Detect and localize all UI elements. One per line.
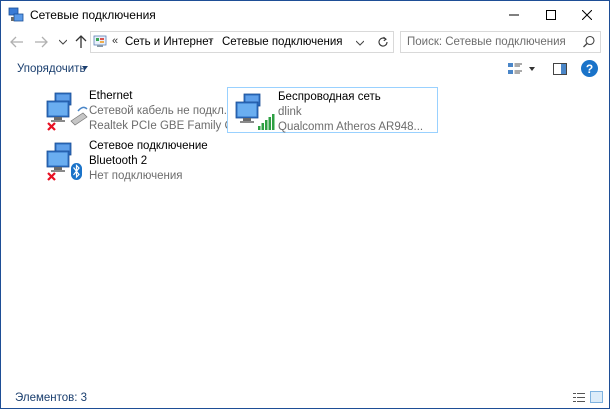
connection-name: Беспроводная сеть	[278, 91, 381, 103]
maximize-button[interactable]	[533, 1, 568, 29]
connection-wireless[interactable]: Беспроводная сеть dlink Qualcomm Atheros…	[227, 87, 438, 133]
breadcrumb-network-connections[interactable]: Сетевые подключения	[222, 36, 343, 48]
explorer-window: Сетевые подключения « Сеть и Интернет › …	[0, 0, 610, 409]
arrow-up-icon	[75, 35, 87, 48]
status-bar: Элементов: 3	[1, 386, 609, 408]
minimize-button[interactable]	[496, 1, 531, 29]
connection-status: Сетевой кабель не подкл...	[89, 105, 234, 117]
navigation-bar: « Сеть и Интернет › Сетевые подключения …	[1, 29, 609, 55]
address-overflow-chevron[interactable]: «	[112, 35, 118, 47]
items-count: Элементов: 3	[15, 392, 88, 404]
connection-device: Нет подключения	[89, 170, 183, 182]
search-icon[interactable]	[582, 35, 596, 49]
change-view-icon[interactable]	[506, 60, 524, 78]
connection-ethernet[interactable]: Ethernet Сетевой кабель не подкл... Real…	[39, 87, 242, 133]
arrow-left-icon	[10, 36, 23, 48]
command-bar: Упорядочить ?	[1, 57, 609, 81]
search-input[interactable]: Поиск: Сетевые подключения	[407, 36, 566, 48]
arrow-right-icon	[35, 36, 48, 48]
connection-status: dlink	[278, 106, 302, 118]
refresh-icon	[378, 36, 388, 47]
organize-menu-button[interactable]: Упорядочить	[17, 63, 85, 75]
close-icon	[581, 10, 592, 20]
chevron-down-icon	[59, 39, 67, 45]
control-panel-icon	[93, 35, 107, 47]
refresh-button[interactable]	[374, 34, 392, 50]
caret-down-icon	[82, 66, 88, 70]
connections-view: Ethernet Сетевой кабель не подкл... Real…	[1, 81, 609, 386]
address-bar[interactable]: « Сеть и Интернет › Сетевые подключения	[90, 31, 394, 53]
preview-pane-icon[interactable]	[551, 60, 569, 78]
breadcrumb-separator[interactable]: ›	[209, 35, 213, 47]
bluetooth-disconnected-icon	[46, 142, 82, 181]
title-bar[interactable]: Сетевые подключения	[1, 1, 609, 29]
address-dropdown-button[interactable]	[353, 36, 367, 50]
network-connections-icon	[8, 7, 24, 22]
tiles-view-icon[interactable]	[590, 391, 603, 403]
ethernet-disconnected-icon	[46, 92, 88, 131]
connection-device: Realtek PCIe GBE Family C...	[89, 120, 243, 132]
connection-status: Bluetooth 2	[89, 155, 148, 167]
window-title: Сетевые подключения	[30, 8, 156, 22]
forward-button[interactable]	[33, 34, 49, 50]
back-button[interactable]	[9, 34, 25, 50]
connection-name: Сетевое подключение	[89, 140, 208, 152]
details-view-icon[interactable]	[573, 392, 585, 403]
connection-bluetooth[interactable]: Сетевое подключение Bluetooth 2 Нет подк…	[39, 137, 223, 183]
connection-device: Qualcomm Atheros AR948...	[278, 121, 424, 133]
help-button[interactable]: ?	[581, 60, 598, 77]
close-button[interactable]	[569, 1, 604, 29]
up-button[interactable]	[73, 34, 89, 50]
search-box[interactable]: Поиск: Сетевые подключения	[400, 31, 601, 53]
wireless-connected-icon	[235, 93, 275, 130]
connection-name: Ethernet	[89, 90, 133, 102]
recent-locations-button[interactable]	[55, 34, 71, 50]
chevron-down-icon	[356, 40, 364, 46]
breadcrumb-network-internet[interactable]: Сеть и Интернет	[125, 36, 214, 48]
view-options-caret-icon[interactable]	[529, 67, 535, 71]
maximize-icon	[545, 10, 556, 20]
minimize-icon	[508, 14, 519, 16]
